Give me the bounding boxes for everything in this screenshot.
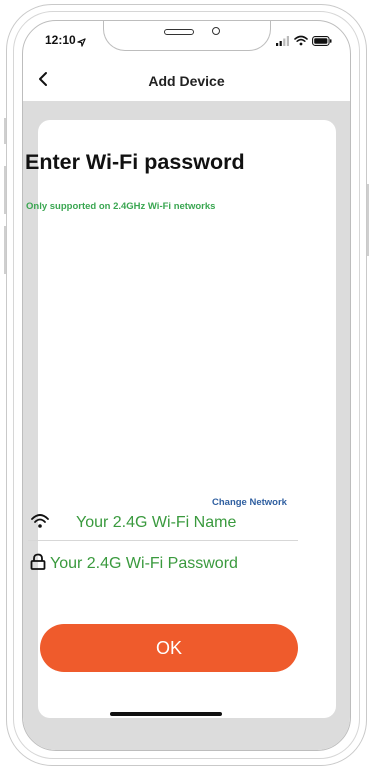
front-camera [212, 27, 220, 35]
form-subheading: Only supported on 2.4GHz Wi-Fi networks [26, 201, 216, 212]
side-button-right [367, 184, 369, 256]
battery-icon [312, 33, 332, 51]
speaker-grille [164, 29, 194, 35]
side-button-left-bottom [4, 226, 6, 274]
status-bar: 12:10 [23, 21, 350, 63]
location-arrow-icon [77, 34, 86, 52]
field-divider [28, 540, 298, 541]
wifi-icon [30, 512, 50, 535]
signal-bars-icon [276, 33, 290, 51]
status-time: 12:10 [45, 33, 76, 47]
change-network-link[interactable]: Change Network [212, 497, 287, 508]
side-button-left-top [4, 118, 6, 144]
navigation-bar: Add Device [23, 65, 350, 101]
wifi-icon [294, 33, 308, 51]
lock-icon [30, 553, 46, 575]
notch [103, 21, 271, 51]
wifi-name-value: Your 2.4G Wi-Fi Name [76, 514, 237, 531]
page-title: Add Device [148, 73, 225, 89]
ok-button[interactable]: OK [40, 624, 298, 672]
side-button-left-middle [4, 166, 6, 214]
form-heading: Enter Wi-Fi password [25, 150, 245, 174]
wifi-name-field[interactable]: Your 2.4G Wi-Fi Name [28, 510, 300, 538]
wifi-password-field[interactable]: Your 2.4G Wi-Fi Password [28, 550, 304, 578]
wifi-password-value: Your 2.4G Wi-Fi Password [50, 555, 238, 572]
home-indicator [110, 712, 222, 716]
phone-mockup: 12:10 Add Device Enter Wi-Fi password On… [0, 0, 373, 771]
status-icons [276, 33, 332, 51]
